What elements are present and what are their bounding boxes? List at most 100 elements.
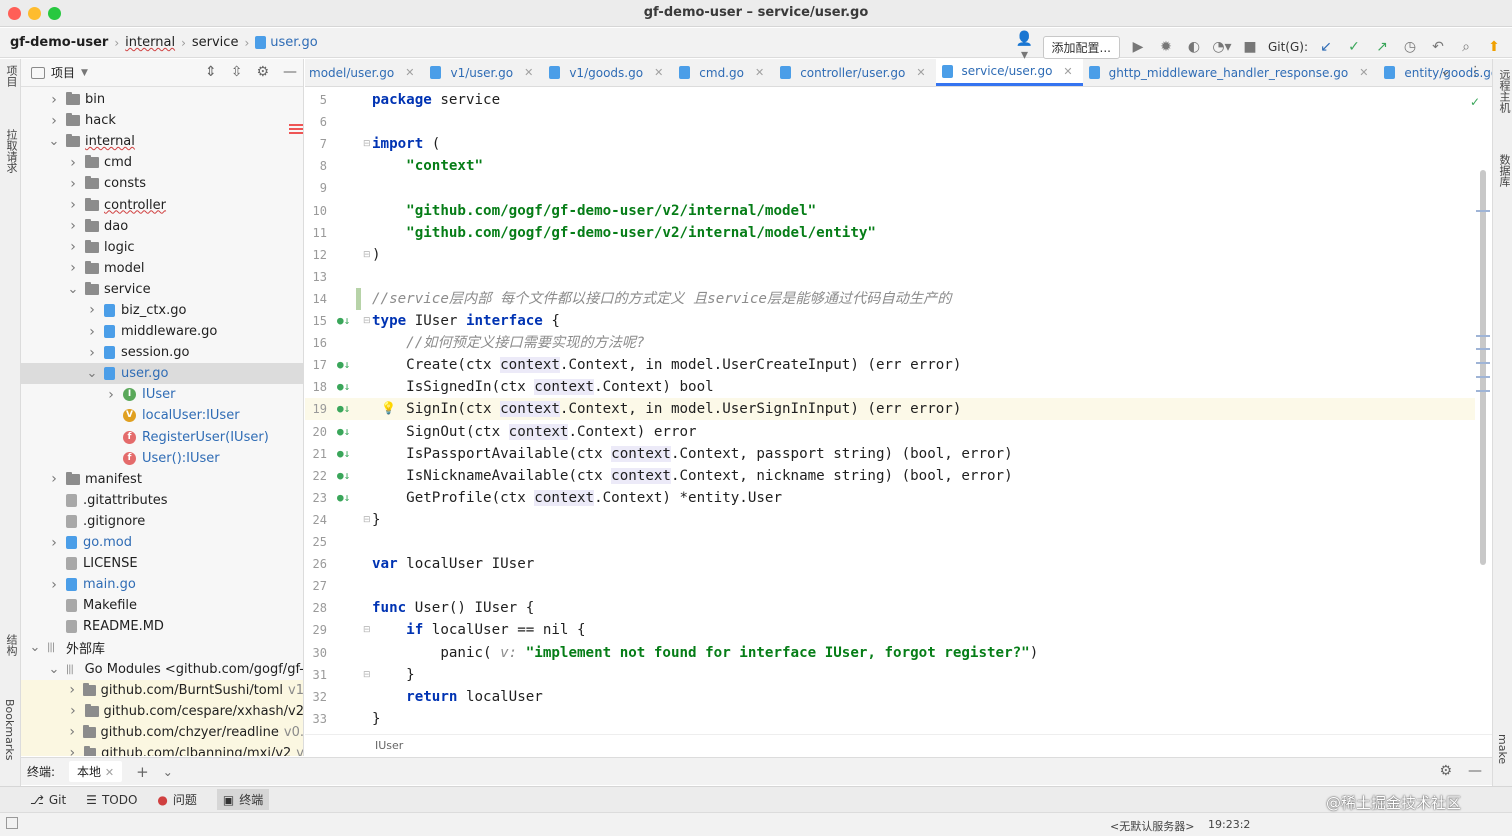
editor-breadcrumb[interactable]: IUser — [305, 734, 1492, 756]
chevron-right-icon[interactable]: › — [67, 218, 79, 234]
close-icon[interactable]: ✕ — [105, 766, 114, 779]
add-configuration-button[interactable]: 添加配置... — [1042, 35, 1120, 59]
tree-item[interactable]: README.MD — [21, 616, 303, 637]
run-icon[interactable]: ▶ — [1128, 39, 1148, 55]
tree-item[interactable]: › model — [21, 258, 303, 279]
chevron-right-icon[interactable]: › — [86, 345, 98, 361]
git-push-icon[interactable]: ↗ — [1372, 39, 1392, 55]
chevron-right-icon[interactable]: › — [48, 92, 60, 108]
code-line[interactable]: Create(ctx context.Context, in model.Use… — [372, 354, 961, 376]
code-line[interactable]: GetProfile(ctx context.Context) *entity.… — [372, 487, 782, 509]
tree-item[interactable]: › main.go — [21, 574, 303, 595]
tree-item[interactable]: ⌄ ||| Go Modules <github.com/gogf/gf- — [21, 659, 303, 680]
tree-item[interactable]: .gitignore — [21, 511, 303, 532]
close-icon[interactable]: ✕ — [524, 66, 533, 79]
code-line[interactable]: ) — [372, 244, 381, 266]
tree-item[interactable]: › go.mod — [21, 532, 303, 553]
code-line[interactable]: var localUser IUser — [372, 553, 534, 575]
code-line[interactable]: "github.com/gogf/gf-demo-user/v2/interna… — [372, 222, 876, 244]
debug-icon[interactable]: ✹ — [1156, 39, 1176, 55]
inspection-ok-icon[interactable]: ✓ — [1470, 95, 1480, 109]
tree-item[interactable]: VlocalUser:IUser — [21, 405, 303, 426]
code-line[interactable]: //如何预定义接口需要实现的方法呢? — [372, 332, 644, 354]
code-line[interactable]: SignIn(ctx context.Context, in model.Use… — [372, 398, 961, 420]
git-commit-icon[interactable]: ✓ — [1344, 39, 1364, 55]
tree-item[interactable]: › middleware.go — [21, 321, 303, 342]
tree-item[interactable]: › consts — [21, 173, 303, 194]
tree-item[interactable]: › bin — [21, 89, 303, 110]
implemented-marker-icon[interactable]: ●↓ — [337, 402, 350, 415]
vcs-change-marker[interactable] — [356, 287, 361, 310]
code-line[interactable]: return localUser — [372, 686, 543, 708]
fold-icon[interactable]: ⊟ — [363, 316, 371, 326]
tree-item[interactable]: › logic — [21, 237, 303, 258]
tree-item[interactable]: › github.com/clbanning/mxj/v2 v — [21, 742, 303, 756]
code-line[interactable]: SignOut(ctx context.Context) error — [372, 421, 697, 443]
editor-tab[interactable]: controller/user.go ✕ — [774, 59, 935, 86]
chevron-right-icon[interactable]: › — [48, 113, 60, 129]
tree-item[interactable]: › session.go — [21, 342, 303, 363]
coverage-icon[interactable]: ◐ — [1184, 39, 1204, 55]
code-line[interactable]: package service — [372, 89, 500, 111]
chevron-right-icon[interactable]: › — [67, 724, 77, 740]
chevron-down-icon[interactable]: ⌄ — [48, 134, 60, 149]
chevron-right-icon[interactable]: › — [67, 155, 79, 171]
code-line[interactable]: IsPassportAvailable(ctx context.Context,… — [372, 443, 1013, 465]
close-icon[interactable]: ✕ — [1359, 66, 1368, 79]
gear-icon[interactable]: ⚙ — [256, 64, 269, 80]
chevron-right-icon[interactable]: › — [105, 387, 117, 403]
hide-panel-icon[interactable]: — — [283, 64, 297, 80]
project-tool-button[interactable]: 项目 — [3, 65, 19, 87]
tool-window-2[interactable]: ● 问题 — [157, 791, 197, 808]
editor-tab[interactable]: ghttp_middleware_handler_response.go ✕ — [1083, 59, 1379, 86]
toggle-tool-windows-icon[interactable] — [6, 817, 18, 829]
implemented-marker-icon[interactable]: ●↓ — [337, 469, 350, 482]
close-icon[interactable]: ✕ — [1063, 65, 1072, 78]
chevron-right-icon[interactable]: › — [86, 324, 98, 340]
editor-tab[interactable]: v1/goods.go ✕ — [543, 59, 673, 86]
breadcrumb-file[interactable]: user.go — [255, 35, 318, 50]
tree-item[interactable]: › biz_ctx.go — [21, 300, 303, 321]
code-line[interactable]: if localUser == nil { — [372, 619, 585, 641]
code-editor[interactable]: 5 package service 6 7 ⊟ import (8 "context" 9 1… — [305, 88, 1492, 734]
fold-icon[interactable]: ⊟ — [363, 670, 371, 680]
chevron-down-icon[interactable]: ⌄ — [29, 640, 41, 655]
close-icon[interactable]: ✕ — [755, 66, 764, 79]
chevron-right-icon[interactable]: › — [48, 471, 60, 487]
update-available-icon[interactable]: ⬆ — [1484, 39, 1504, 55]
chevron-right-icon[interactable]: › — [67, 682, 77, 698]
chevron-down-icon[interactable]: ▼ — [81, 68, 88, 78]
editor-tab[interactable]: cmd.go ✕ — [673, 59, 774, 86]
chevron-down-icon[interactable]: ⌄ — [1440, 64, 1451, 79]
close-icon[interactable]: ✕ — [654, 66, 663, 79]
fold-icon[interactable]: ⊟ — [363, 139, 371, 149]
structure-tool-button[interactable]: 结构 — [3, 634, 19, 656]
pull-requests-tool-button[interactable]: 拉取请求 — [3, 129, 19, 173]
server-status[interactable]: <无默认服务器> — [1110, 818, 1194, 834]
tree-item[interactable]: ⌄ service — [21, 279, 303, 300]
fold-icon[interactable]: ⊟ — [363, 250, 371, 260]
breadcrumb-service[interactable]: service — [192, 35, 239, 50]
more-icon[interactable]: ⋮ — [1469, 64, 1482, 79]
implemented-marker-icon[interactable]: ●↓ — [337, 425, 350, 438]
breadcrumb-internal[interactable]: internal — [125, 35, 175, 50]
hide-panel-icon[interactable]: — — [1468, 763, 1482, 779]
terminal-tab-local[interactable]: 本地 ✕ — [69, 761, 123, 782]
tree-item[interactable]: › controller — [21, 194, 303, 215]
chevron-right-icon[interactable]: › — [67, 260, 79, 276]
chevron-right-icon[interactable]: › — [67, 176, 79, 192]
code-line[interactable]: "context" — [372, 155, 483, 177]
chevron-right-icon[interactable]: › — [67, 745, 78, 756]
profile-icon[interactable]: ◔▾ — [1212, 39, 1232, 55]
tree-item[interactable]: › cmd — [21, 152, 303, 173]
tree-item[interactable]: › I IUser — [21, 384, 303, 405]
code-line[interactable]: import ( — [372, 133, 440, 155]
tool-window-3[interactable]: ▣ 终端 — [216, 789, 270, 810]
stop-icon[interactable]: ■ — [1240, 39, 1260, 55]
chevron-down-icon[interactable]: ⌄ — [67, 282, 79, 297]
tree-item[interactable]: ⌄ ||| 外部库 — [21, 637, 303, 658]
code-line[interactable]: IsNicknameAvailable(ctx context.Context,… — [372, 465, 1013, 487]
implemented-marker-icon[interactable]: ●↓ — [337, 380, 350, 393]
editor-tab[interactable]: v1/user.go ✕ — [424, 59, 543, 86]
fold-icon[interactable]: ⊟ — [363, 515, 371, 525]
